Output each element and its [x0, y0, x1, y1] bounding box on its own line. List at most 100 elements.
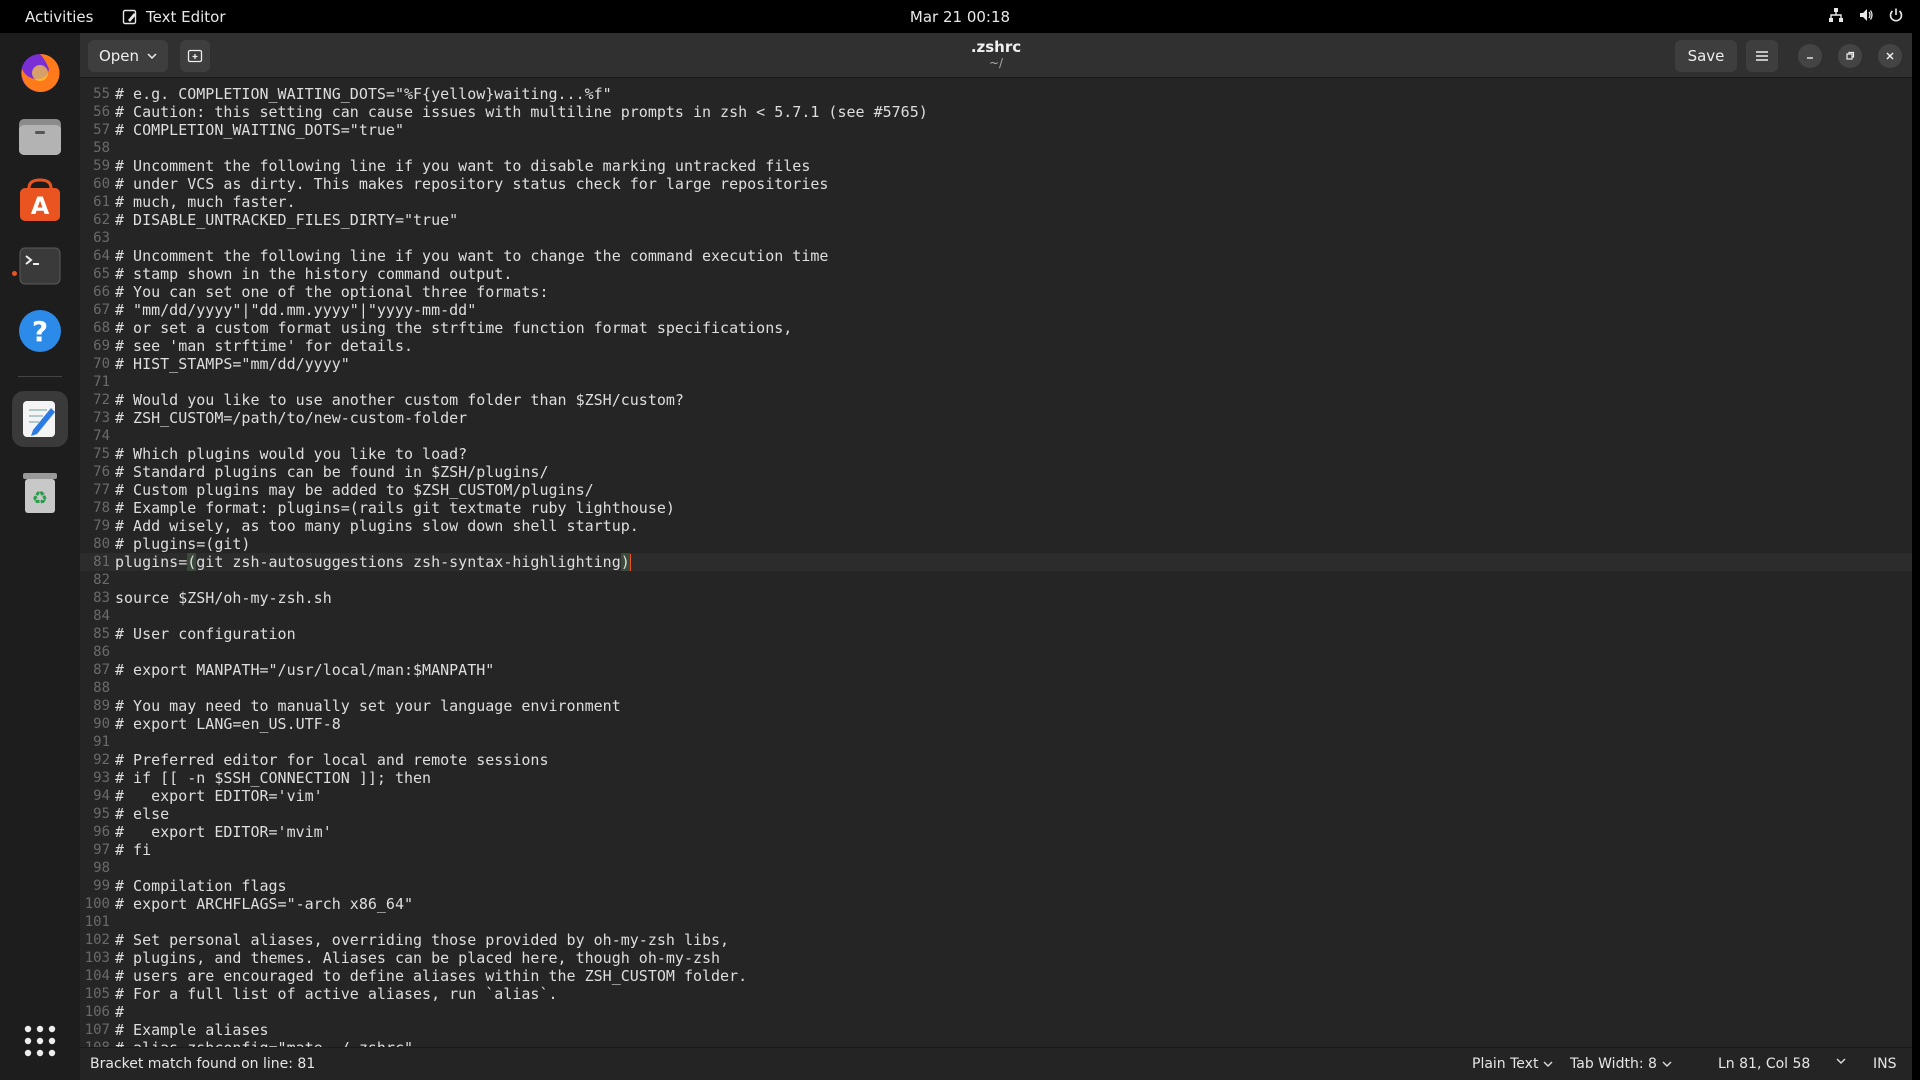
line-text: # export EDITOR='vim'	[115, 787, 323, 805]
text-cursor	[629, 554, 631, 571]
code-line: 88	[80, 679, 1912, 697]
language-selector[interactable]: Plain Text	[1472, 1056, 1553, 1072]
code-line: 86	[80, 643, 1912, 661]
line-number: 86	[93, 644, 110, 660]
minimize-button[interactable]	[1798, 44, 1822, 68]
line-number: 84	[93, 608, 110, 624]
tab-width-selector[interactable]: Tab Width: 8	[1570, 1056, 1672, 1072]
line-number: 63	[93, 230, 110, 246]
line-number: 76	[93, 464, 110, 480]
text-view[interactable]: 55 # e.g. COMPLETION_WAITING_DOTS="%F{yel…	[80, 79, 1912, 1047]
dock-terminal[interactable]	[12, 238, 68, 294]
line-text: # You may need to manually set your lang…	[115, 697, 621, 715]
line-number: 62	[93, 212, 110, 228]
cursor-position[interactable]: Ln 81, Col 58	[1718, 1056, 1810, 1072]
code-line: 70 # HIST_STAMPS="mm/dd/yyyy"	[80, 355, 1912, 373]
dock-files[interactable]	[12, 108, 68, 164]
maximize-button[interactable]	[1838, 44, 1862, 68]
line-text: # export ARCHFLAGS="-arch x86_64"	[115, 895, 414, 913]
line-text: # HIST_STAMPS="mm/dd/yyyy"	[115, 355, 350, 373]
code-line: 104 # users are encouraged to define alia…	[80, 967, 1912, 985]
save-button[interactable]: Save	[1675, 40, 1737, 72]
code-line: 68 # or set a custom format using the str…	[80, 319, 1912, 337]
new-tab-button[interactable]	[180, 40, 210, 72]
line-number: 55	[93, 86, 110, 102]
line-text: # much, much faster.	[115, 193, 296, 211]
line-text: # Example format: plugins=(rails git tex…	[115, 499, 675, 517]
line-number: 69	[93, 338, 110, 354]
code-line: 65 # stamp shown in the history command o…	[80, 265, 1912, 283]
code-line: 95 # else	[80, 805, 1912, 823]
line-text: # see 'man strftime' for details.	[115, 337, 414, 355]
dock-app-center[interactable]: A	[12, 173, 68, 229]
dock-firefox[interactable]	[12, 44, 68, 100]
dock-text-editor[interactable]	[12, 391, 68, 447]
line-text: # Uncomment the following line if you wa…	[115, 247, 829, 265]
code-line: 60 # under VCS as dirty. This makes repos…	[80, 175, 1912, 193]
code-line: 59 # Uncomment the following line if you …	[80, 157, 1912, 175]
chevron-down-icon	[1662, 1061, 1672, 1067]
line-text: # Which plugins would you like to load?	[115, 445, 468, 463]
main-menu-button[interactable]	[1746, 40, 1778, 72]
code-line: 56 # Caution: this setting can cause issu…	[80, 103, 1912, 121]
close-button[interactable]	[1878, 44, 1902, 68]
line-number: 97	[93, 842, 110, 858]
line-text: # if [[ -n $SSH_CONNECTION ]]; then	[115, 769, 432, 787]
line-number: 101	[84, 914, 110, 930]
line-text: # alias zshconfig="mate ~/.zshrc"	[115, 1039, 413, 1047]
code-line: 87 # export MANPATH="/usr/local/man:$MANP…	[80, 661, 1912, 679]
hamburger-menu-icon	[1756, 51, 1768, 61]
insert-mode-indicator[interactable]: INS	[1873, 1056, 1897, 1072]
line-number: 106	[84, 1004, 110, 1020]
status-message: Bracket match found on line: 81	[90, 1056, 316, 1072]
line-text: # DISABLE_UNTRACKED_FILES_DIRTY="true"	[115, 211, 459, 229]
tab-width-label: Tab Width: 8	[1570, 1056, 1657, 1072]
code-line: 93 # if [[ -n $SSH_CONNECTION ]]; then	[80, 769, 1912, 787]
line-number: 108	[80, 1039, 110, 1047]
line-text: # For a full list of active aliases, run…	[115, 985, 558, 1003]
dock-show-apps[interactable]	[12, 1013, 68, 1069]
chevron-down-icon	[1543, 1061, 1553, 1067]
firefox-icon	[21, 53, 60, 92]
line-text: # Custom plugins may be added to $ZSH_CU…	[115, 481, 594, 499]
code-line: 80 # plugins=(git)	[80, 535, 1912, 553]
line-number: 91	[93, 734, 110, 750]
svg-text:♻: ♻	[32, 488, 48, 509]
text-editor-small-icon	[122, 9, 137, 25]
line-text: # "mm/dd/yyyy"|"dd.mm.yyyy"|"yyyy-mm-dd"	[115, 301, 477, 319]
open-button[interactable]: Open	[88, 40, 168, 72]
dock-trash[interactable]: ♻	[12, 465, 68, 521]
line-number: 61	[93, 194, 110, 210]
line-number: 74	[93, 428, 110, 444]
code-line: 72 # Would you like to use another custom…	[80, 391, 1912, 409]
activities-button[interactable]: Activities	[25, 8, 93, 26]
text-editor-window: Open .zshrc ~/ Save 55 # e.g. COMPLETION_…	[80, 33, 1912, 1080]
position-menu-button[interactable]	[1836, 1056, 1846, 1066]
close-icon	[1886, 52, 1894, 60]
document-title: .zshrc	[970, 38, 1022, 56]
dock-help[interactable]: ?	[12, 303, 68, 359]
clock[interactable]: Mar 21 00:18	[910, 8, 1010, 26]
line-text: # Would you like to use another custom f…	[115, 391, 684, 409]
line-number: 64	[93, 248, 110, 264]
line-number: 59	[93, 158, 110, 174]
code-line: 90 # export LANG=en_US.UTF-8	[80, 715, 1912, 733]
line-number: 72	[93, 392, 110, 408]
system-tray[interactable]	[1828, 7, 1904, 23]
code-line: 102 # Set personal aliases, overriding th…	[80, 931, 1912, 949]
restore-icon	[1846, 51, 1855, 60]
line-number: 77	[93, 482, 110, 498]
line-number: 93	[93, 770, 110, 786]
line-text: # Set personal aliases, overriding those…	[115, 931, 730, 949]
code-line: 57 # COMPLETION_WAITING_DOTS="true"	[80, 121, 1912, 139]
app-center-icon: A	[20, 178, 60, 221]
line-number: 65	[93, 266, 110, 282]
line-text: # Standard plugins can be found in $ZSH/…	[115, 463, 549, 481]
code-line: 69 # see 'man strftime' for details.	[80, 337, 1912, 355]
line-number: 58	[93, 140, 110, 156]
line-number: 100	[84, 896, 110, 912]
line-text: # Example aliases	[115, 1021, 269, 1039]
text-editor-icon	[23, 401, 55, 437]
app-menu[interactable]: Text Editor	[122, 8, 226, 26]
line-number: 103	[84, 950, 110, 966]
